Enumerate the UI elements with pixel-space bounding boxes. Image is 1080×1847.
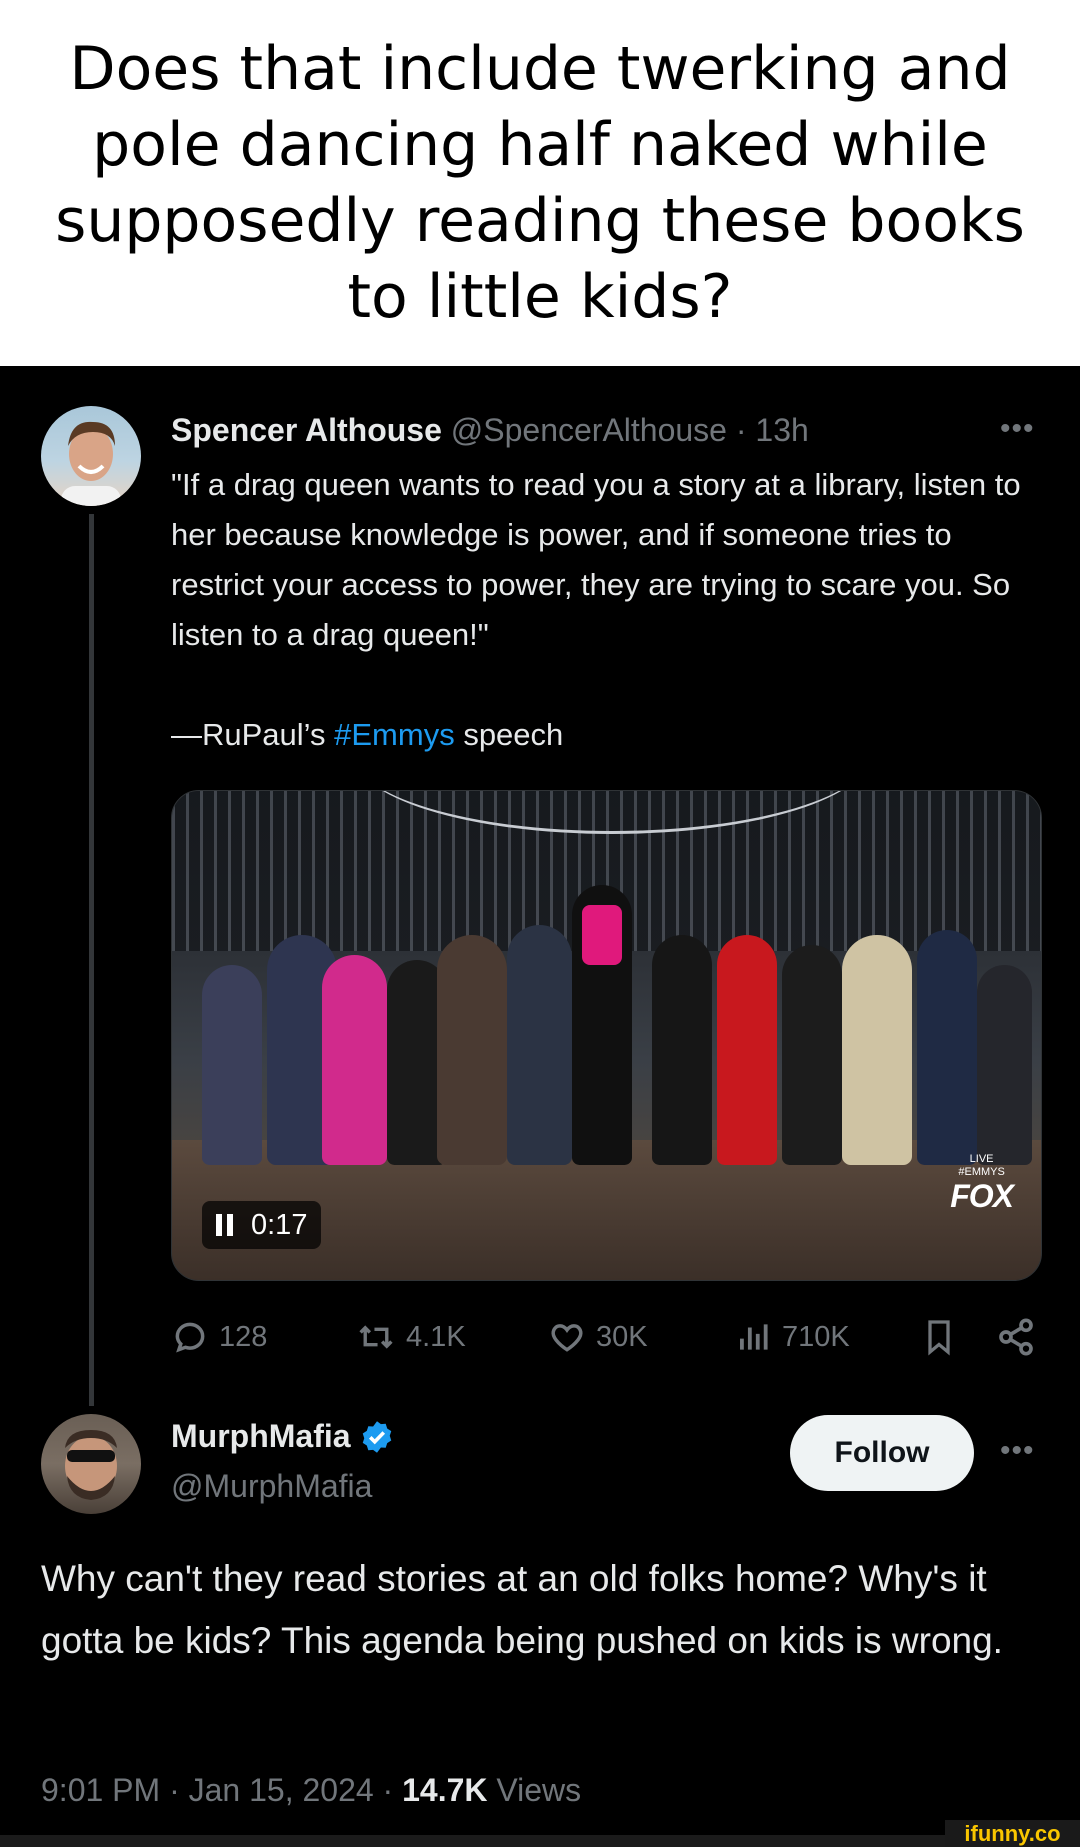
tweet-text: "If a drag queen wants to read you a sto…	[171, 460, 1051, 760]
video-figure	[717, 935, 777, 1165]
video-timestamp: 0:17	[251, 1209, 308, 1241]
reply-date[interactable]: Jan 15, 2024	[189, 1772, 374, 1808]
video-player[interactable]: 0:17 LIVE #EMMYS FOX	[171, 790, 1042, 1281]
views-button[interactable]: 710K	[734, 1310, 850, 1364]
tweet-quote: "If a drag queen wants to read you a sto…	[171, 467, 1021, 652]
more-options-icon[interactable]: •••	[1000, 1434, 1035, 1468]
reply-meta: 9:01 PM · Jan 15, 2024 · 14.7K Views	[41, 1772, 581, 1809]
tweet-time[interactable]: 13h	[755, 412, 808, 448]
video-figure	[202, 965, 262, 1165]
retweet-icon	[359, 1325, 393, 1349]
attribution-prefix: —RuPaul’s	[171, 717, 335, 752]
video-figure	[782, 945, 842, 1165]
video-figure	[507, 925, 572, 1165]
attribution-suffix: speech	[454, 717, 564, 752]
profile-photo-icon	[61, 421, 121, 506]
bookmark-button[interactable]	[921, 1310, 957, 1364]
hashtag-link[interactable]: #Emmys	[334, 717, 455, 752]
tweet-header: Spencer Althouse @SpencerAlthouse · 13h	[171, 408, 809, 452]
meme-caption: Does that include twerking and pole danc…	[0, 0, 1080, 366]
pause-icon[interactable]	[216, 1214, 233, 1236]
avatar[interactable]	[41, 406, 141, 506]
like-count: 30K	[596, 1320, 648, 1353]
author-name[interactable]: Spencer Althouse	[171, 412, 442, 448]
reply-author-name[interactable]: MurphMafia	[171, 1418, 351, 1455]
bottom-bar	[0, 1835, 945, 1847]
video-figure	[977, 965, 1032, 1165]
share-icon	[999, 1318, 1033, 1356]
video-figure	[437, 935, 507, 1165]
tweet-actions: 128 4.1K 30K 710K	[171, 1310, 1041, 1364]
network-logo: LIVE #EMMYS FOX	[950, 1153, 1014, 1214]
reply-text: Why can't they read stories at an old fo…	[41, 1558, 1003, 1661]
reply-views-count: 14.7K	[402, 1772, 488, 1808]
verified-badge-icon[interactable]	[359, 1419, 395, 1455]
reply-count: 128	[219, 1320, 268, 1353]
heart-icon	[551, 1324, 583, 1352]
share-button[interactable]	[996, 1310, 1036, 1364]
bookmark-icon	[928, 1320, 950, 1356]
meta-separator: ·	[169, 1772, 180, 1808]
video-figure	[917, 930, 977, 1165]
thread-connector-line	[89, 514, 94, 1406]
retweet-button[interactable]: 4.1K	[356, 1310, 466, 1364]
like-button[interactable]: 30K	[548, 1310, 648, 1364]
video-figure	[322, 955, 387, 1165]
video-figure	[652, 935, 712, 1165]
network-name: FOX	[950, 1178, 1014, 1214]
reply-author: MurphMafia	[171, 1418, 395, 1455]
views-count: 710K	[782, 1320, 850, 1353]
meta-separator: ·	[382, 1772, 394, 1808]
video-time-overlay[interactable]: 0:17	[202, 1201, 322, 1249]
reply-button[interactable]: 128	[171, 1310, 267, 1364]
more-options-icon[interactable]: •••	[1000, 412, 1035, 446]
reply-views-label: Views	[496, 1772, 582, 1808]
header-separator: ·	[735, 412, 747, 448]
reply-time[interactable]: 9:01 PM	[41, 1772, 160, 1808]
follow-button[interactable]: Follow	[790, 1415, 974, 1491]
profile-photo-icon	[65, 1430, 117, 1500]
tweet-attribution: —RuPaul’s #Emmys speech	[171, 710, 1051, 760]
avatar[interactable]	[41, 1414, 141, 1514]
ifunny-watermark: ifunny.co	[945, 1820, 1080, 1847]
video-figure	[842, 935, 912, 1165]
reply-author-handle[interactable]: @MurphMafia	[171, 1468, 372, 1505]
video-figure	[582, 905, 622, 965]
analytics-icon	[740, 1324, 768, 1350]
author-handle[interactable]: @SpencerAlthouse	[451, 412, 727, 448]
caption-text: Does that include twerking and pole danc…	[55, 34, 1025, 332]
retweet-count: 4.1K	[406, 1320, 466, 1353]
network-tag: LIVE #EMMYS	[958, 1153, 1005, 1178]
reply-icon	[175, 1322, 205, 1353]
